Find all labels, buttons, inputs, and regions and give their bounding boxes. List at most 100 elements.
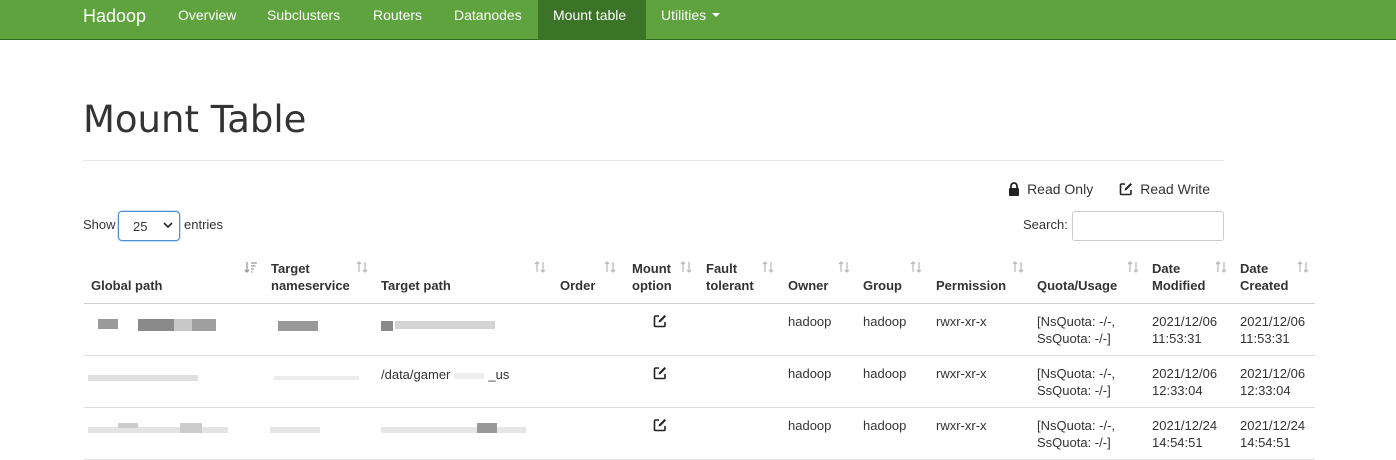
date-created-date: 2021/12/24 [1240,418,1306,433]
date-modified-time: 14:54:51 [1152,435,1203,450]
cell-date-created: 2021/12/24 14:54:51 [1240,417,1305,451]
legend-read-only: Read Only [1008,181,1093,197]
column-header-mount-option[interactable]: Mount option [632,253,698,303]
search-label: Search: [1023,217,1068,232]
column-header-label: Target path [381,278,451,293]
sort-both-icon [534,261,546,273]
column-header-label: Fault tolerant [706,261,754,293]
cell-owner: hadoop [788,418,832,433]
nav-utilities-dropdown[interactable]: Utilities [646,0,735,40]
redacted-target-path [381,423,531,436]
table-header: Global path Target nameservice Target pa… [84,253,1315,304]
sort-both-icon [838,261,850,273]
cell-group: hadoop [863,418,907,433]
quota-ns: [NsQuota: -/-, [1037,418,1116,433]
nav-utilities-label: Utilities [661,7,707,23]
column-header-permission[interactable]: Permission [936,253,1030,303]
column-header-label: Quota/Usage [1037,278,1118,293]
nav-subclusters[interactable]: Subclusters [252,0,355,40]
sort-ascending-icon [244,262,257,273]
column-header-label: Target nameservice [271,261,350,293]
column-header-label: Mount option [632,261,672,293]
column-header-group[interactable]: Group [863,253,928,303]
column-header-label: Permission [936,278,1007,293]
date-modified-date: 2021/12/06 [1152,366,1218,381]
quota-ss: SsQuota: -/-] [1037,331,1111,346]
read-write-icon [653,367,666,380]
column-header-label: Group [863,278,902,293]
column-header-global-path[interactable]: Global path [91,253,264,303]
quota-ns: [NsQuota: -/-, [1037,366,1116,381]
sort-both-icon [762,261,774,273]
cell-group: hadoop [863,314,907,329]
target-path-prefix: /data/gamer [381,367,451,382]
redacted-target-nameservice [274,371,364,384]
read-write-icon [653,315,666,328]
date-modified-date: 2021/12/06 [1152,314,1218,329]
nav-overview[interactable]: Overview [163,0,251,40]
date-modified-time: 11:53:31 [1152,331,1202,346]
cell-date-created: 2021/12/06 11:53:31 [1240,313,1305,347]
column-header-owner[interactable]: Owner [788,253,856,303]
cell-date-modified: 2021/12/24 14:54:51 [1152,417,1217,451]
column-header-label: Owner [788,278,829,293]
show-label: Show [83,217,116,232]
entries-select-value: 25 [133,219,148,234]
redacted-global-path [88,420,238,436]
cell-quota-usage: [NsQuota: -/-, SsQuota: -/-] [1037,313,1115,347]
sort-both-icon [356,261,368,273]
redacted-global-path [88,371,208,384]
cell-quota-usage: [NsQuota: -/-, SsQuota: -/-] [1037,417,1115,451]
target-path-suffix: _us [488,367,510,382]
date-created-time: 14:54:51 [1240,435,1291,450]
redacted-target-path [381,319,501,332]
cell-quota-usage: [NsQuota: -/-, SsQuota: -/-] [1037,365,1115,399]
redaction-blur [88,420,228,433]
read-write-icon [653,419,666,432]
redaction-blur [274,376,359,380]
column-header-label: Order [560,278,596,293]
date-created-date: 2021/12/06 [1240,314,1306,329]
brand-logo-text[interactable]: Hadoop [83,4,146,28]
sort-both-icon [1297,261,1309,273]
date-created-time: 11:53:31 [1240,331,1290,346]
redaction-blur [270,427,320,433]
caret-down-icon [712,13,721,18]
column-header-quota-usage[interactable]: Quota/Usage [1037,253,1145,303]
column-header-target-nameservice[interactable]: Target nameservice [271,253,374,303]
redacted-target-nameservice [270,423,330,436]
search-input[interactable] [1072,211,1224,241]
quota-ss: SsQuota: -/-] [1037,435,1111,450]
column-header-date-modified[interactable]: Date Modified [1152,253,1233,303]
column-header-fault-tolerant[interactable]: Fault tolerant [706,253,780,303]
column-header-order[interactable]: Order [560,253,622,303]
entries-per-page-select[interactable]: 25 [118,211,180,241]
cell-date-modified: 2021/12/06 12:33:04 [1152,365,1217,399]
top-navbar: Hadoop Overview Subclusters Routers Data… [0,0,1396,40]
column-header-label: Date Created [1240,261,1289,293]
sort-both-icon [1127,261,1139,273]
redaction-blur [278,321,318,331]
title-divider [83,160,1224,161]
legend-read-write: Read Write [1119,181,1210,197]
redaction-blur [98,315,216,331]
date-created-time: 12:33:04 [1240,383,1291,398]
date-modified-time: 12:33:04 [1152,383,1203,398]
cell-date-modified: 2021/12/06 11:53:31 [1152,313,1217,347]
nav-mount-table[interactable]: Mount table [538,0,646,40]
sort-both-icon [1012,261,1024,273]
nav-routers[interactable]: Routers [358,0,437,40]
sort-both-icon [1215,261,1227,273]
redaction-blur [381,321,495,331]
table-row: hadoop hadoop rwxr-xr-x [NsQuota: -/-, S… [84,408,1315,460]
cell-permission: rwxr-xr-x [936,366,987,381]
cell-target-path: /data/gamer _us [381,366,509,383]
nav-datanodes[interactable]: Datanodes [439,0,537,40]
cell-permission: rwxr-xr-x [936,314,987,329]
column-header-date-created[interactable]: Date Created [1240,253,1315,303]
column-header-label: Date Modified [1152,261,1206,293]
column-header-target-path[interactable]: Target path [381,253,552,303]
cell-owner: hadoop [788,366,832,381]
edit-icon [1119,183,1133,196]
table-row: hadoop hadoop rwxr-xr-x [NsQuota: -/-, S… [84,304,1315,356]
